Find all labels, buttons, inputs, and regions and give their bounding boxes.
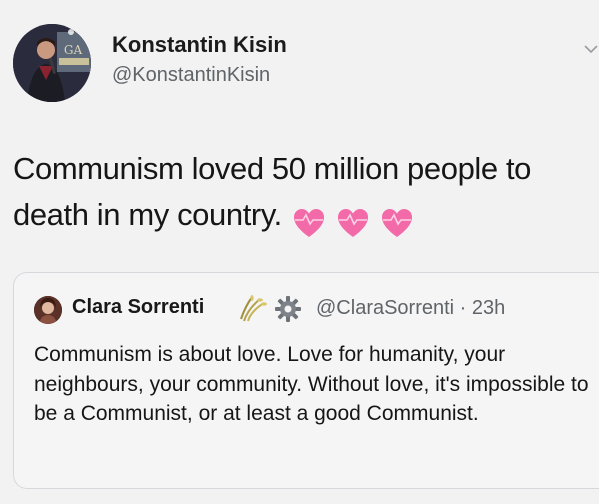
heartpulse-icon bbox=[293, 208, 324, 237]
heart-emoji-group bbox=[292, 198, 424, 244]
sheaf-of-rice-icon bbox=[240, 295, 267, 322]
tweet-body: Communism loved 50 million people to dea… bbox=[13, 146, 598, 244]
author-handle[interactable]: @KonstantinKisin bbox=[112, 64, 270, 87]
author-avatar[interactable]: GA bbox=[13, 24, 91, 102]
quoted-author-avatar[interactable] bbox=[34, 296, 62, 324]
quoted-avatar-image bbox=[34, 296, 62, 324]
tweet-text: Communism loved 50 million people to dea… bbox=[13, 151, 532, 232]
heartpulse-icon bbox=[337, 208, 368, 237]
quoted-author-name[interactable]: Clara Sorrenti bbox=[72, 296, 204, 319]
gear-icon bbox=[275, 296, 301, 322]
chevron-down-icon[interactable] bbox=[583, 42, 599, 56]
quoted-tweet-text: Communism is about love. Love for humani… bbox=[34, 343, 589, 425]
heartpulse-icon bbox=[381, 208, 412, 237]
author-name[interactable]: Konstantin Kisin bbox=[112, 32, 287, 58]
quoted-handle-and-time[interactable]: @ClaraSorrenti · 23h bbox=[316, 297, 505, 320]
tweet-card[interactable]: GA Konstantin Kisin @KonstantinKisin Com… bbox=[0, 0, 599, 504]
svg-text:GA: GA bbox=[64, 43, 83, 57]
comedian-avatar-image: GA bbox=[13, 24, 91, 102]
